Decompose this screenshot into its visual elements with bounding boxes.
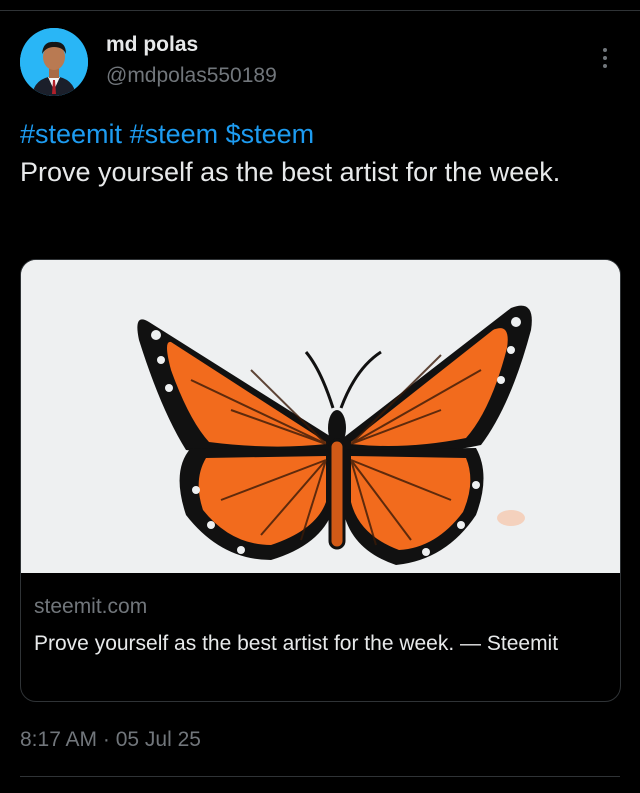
- post-body: #steemit #steem $steem Prove yourself as…: [20, 115, 610, 191]
- more-dot: [603, 48, 607, 52]
- author-display-name[interactable]: md polas: [106, 33, 198, 57]
- avatar-photo-icon: [20, 28, 88, 96]
- link-preview-card[interactable]: steemit.com Prove yourself as the best a…: [20, 259, 621, 702]
- post-timestamp[interactable]: 8:17 AM · 05 Jul 25: [20, 728, 201, 752]
- hashtag-line: #steemit #steem $steem: [20, 115, 610, 153]
- avatar[interactable]: [20, 28, 88, 96]
- top-divider: [0, 10, 640, 11]
- link-title: Prove yourself as the best artist for th…: [34, 632, 559, 655]
- butterfly-drawing-image: [21, 260, 620, 573]
- more-options-icon[interactable]: [594, 44, 616, 72]
- more-dot: [603, 56, 607, 60]
- hashtag-steemit[interactable]: #steemit: [20, 119, 122, 149]
- more-dot: [603, 64, 607, 68]
- bottom-divider: [20, 776, 620, 777]
- post-text: Prove yourself as the best artist for th…: [20, 157, 561, 187]
- cashtag-steem[interactable]: $steem: [226, 119, 315, 149]
- author-handle[interactable]: @mdpolas550189: [106, 64, 277, 88]
- hashtag-steem[interactable]: #steem: [130, 119, 219, 149]
- link-domain: steemit.com: [34, 595, 148, 618]
